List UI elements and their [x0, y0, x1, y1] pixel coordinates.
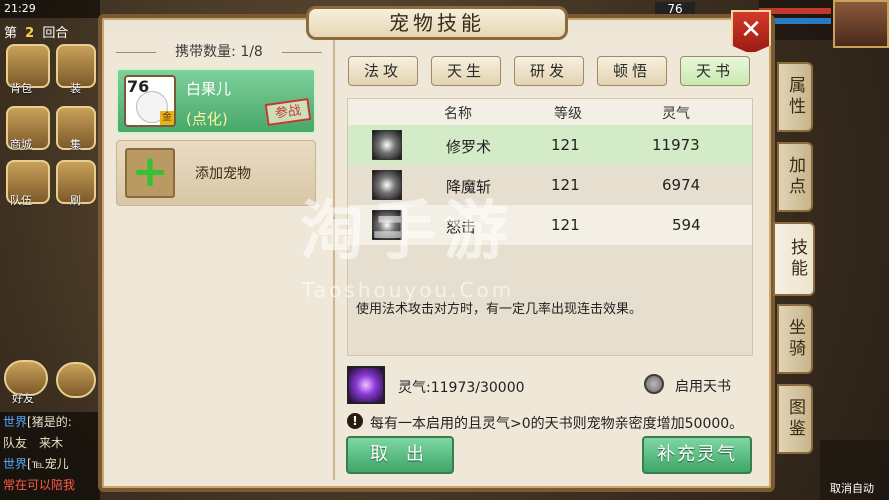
skill-level: 121: [551, 136, 580, 154]
pet-level: 76: [127, 77, 150, 96]
side-tab-attributes[interactable]: 属性: [777, 62, 813, 132]
friends-label: 好友: [12, 392, 34, 405]
skill-description: 使用法术攻击对方时，有一定几率出现连击效果。: [356, 302, 643, 317]
round-number: 2: [25, 26, 35, 41]
chat-line: 队友 来木: [0, 433, 100, 454]
auto-battle-area[interactable]: 取消自动: [820, 440, 889, 500]
chat-text: 常在可以陪我: [3, 478, 76, 492]
carry-label: 携带数量:: [175, 44, 236, 60]
pet-name: 白果儿: [186, 80, 232, 98]
bag-label: 背包: [10, 82, 32, 95]
skill-name: 修罗术: [446, 138, 492, 156]
refill-lingqi-button[interactable]: 补充灵气: [642, 436, 752, 474]
tab-tiansheng[interactable]: 天生: [431, 56, 501, 86]
skill-icon: [372, 130, 402, 160]
equip-label: 装: [70, 82, 81, 95]
tab-tianshu[interactable]: 天书: [680, 56, 750, 86]
chat-text: [猪是的:: [27, 415, 72, 429]
skill-level: 121: [551, 216, 580, 234]
header-name: 名称: [444, 106, 472, 122]
pet-status: (点化): [186, 110, 228, 128]
chat-text: 队友 来木: [3, 436, 64, 450]
chat-text: [℡宠儿: [27, 457, 69, 471]
side-tab-codex[interactable]: 图鉴: [777, 384, 813, 454]
chat-panel[interactable]: 世界[猪是的: 队友 来木 世界[℡宠儿 常在可以陪我: [0, 412, 100, 500]
table-row[interactable]: 修罗术 121 11973: [348, 125, 752, 165]
chat-bubble-icon[interactable]: [56, 362, 96, 398]
notice-text: 每有一本启用的且灵气>0的天书则宠物亲密度增加50000。: [370, 416, 744, 432]
team-label: 队伍: [10, 194, 32, 207]
skill-lingqi: 6974: [662, 176, 701, 194]
cancel-auto-label: 取消自动: [830, 482, 874, 495]
round-suffix: 回合: [42, 26, 69, 41]
add-slot: +: [125, 148, 175, 198]
tab-yanfa[interactable]: 研发: [514, 56, 584, 86]
enable-tianshu-label: 启用天书: [675, 379, 731, 395]
carry-count: 携带数量: 1/8: [110, 40, 328, 64]
clock: 21:29: [4, 2, 36, 15]
enable-tianshu-radio[interactable]: [644, 374, 664, 394]
battle-badge: 参战: [264, 98, 312, 126]
skill-level: 121: [551, 176, 580, 194]
warning-icon: !: [347, 413, 363, 429]
side-tab-mount[interactable]: 坐骑: [777, 304, 813, 374]
pet-portrait: 76 金: [124, 75, 176, 127]
carry-value: 1/8: [240, 44, 263, 60]
chat-line: 常在可以陪我: [0, 475, 100, 496]
chat-channel: 世界: [3, 457, 28, 471]
tab-dunwu[interactable]: 顿悟: [597, 56, 667, 86]
close-button[interactable]: ✕: [731, 10, 771, 54]
close-icon: ✕: [740, 15, 762, 45]
shop-label: 商城: [10, 138, 32, 151]
chat-channel: 世界: [3, 415, 28, 429]
table-header: 名称 等级 灵气: [348, 99, 752, 125]
lingqi-value: 灵气:11973/30000: [398, 380, 525, 396]
tab-fagong[interactable]: 法攻: [348, 56, 418, 86]
pet-grade-badge: 金: [160, 111, 174, 125]
panel-title: 宠物技能: [306, 6, 568, 40]
refresh-label: 刷: [70, 194, 81, 207]
player-avatar[interactable]: [833, 0, 889, 48]
round-indicator: 第 2 回合: [4, 22, 68, 41]
round-label: 第: [4, 26, 18, 41]
chat-line: 世界[℡宠儿: [0, 454, 100, 475]
status-bar: 21:29: [0, 0, 100, 18]
plus-icon: +: [131, 146, 169, 197]
side-tab-skills[interactable]: 技能: [773, 222, 815, 296]
watermark: 淘手游: [300, 195, 516, 269]
collect-label: 集: [70, 138, 81, 151]
skill-lingqi: 11973: [652, 136, 700, 154]
lingqi-icon: [347, 366, 385, 404]
chat-line: 世界[猪是的:: [0, 412, 100, 433]
skill-lingqi: 594: [672, 216, 701, 234]
header-lingqi: 灵气: [662, 106, 690, 122]
header-level: 等级: [554, 106, 582, 122]
add-pet-button[interactable]: + 添加宠物: [116, 140, 316, 206]
side-tab-points[interactable]: 加点: [777, 142, 813, 212]
add-pet-label: 添加宠物: [195, 166, 251, 182]
pet-list: 携带数量: 1/8 76 金 白果儿 (点化) 参战 + 添加宠物: [110, 40, 328, 478]
take-out-button[interactable]: 取 出: [346, 436, 454, 474]
pet-card-selected[interactable]: 76 金 白果儿 (点化) 参战: [116, 68, 316, 134]
